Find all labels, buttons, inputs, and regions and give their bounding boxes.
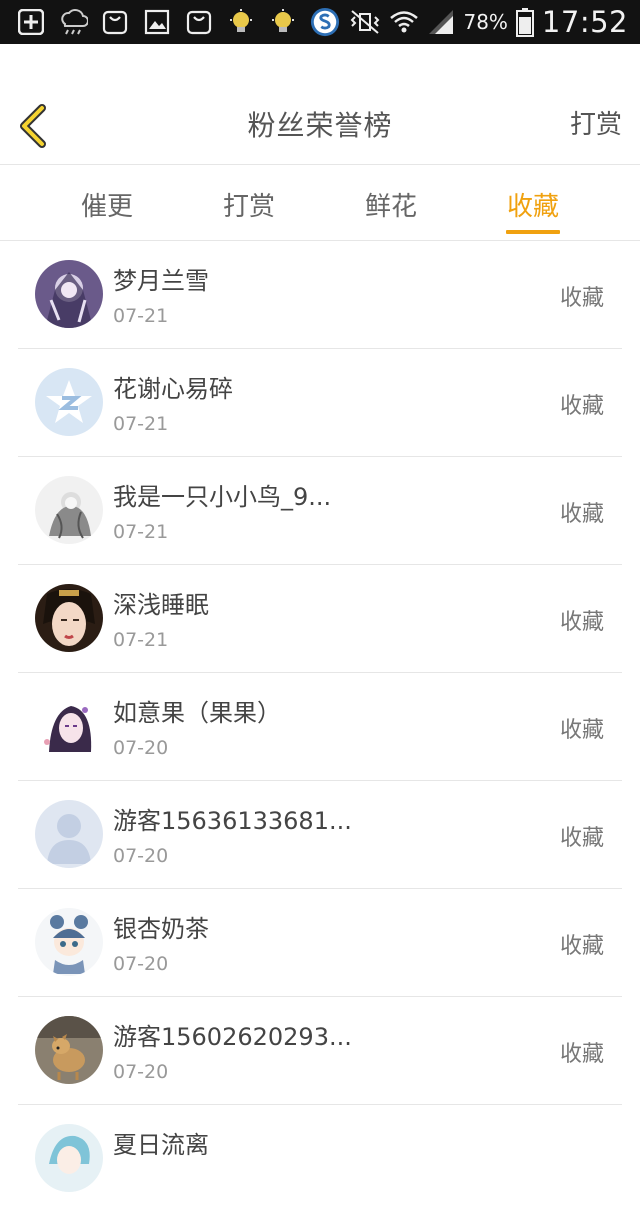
avatar xyxy=(35,800,103,868)
system-status: 78% 17:52 xyxy=(349,5,640,39)
tab-label: 打赏 xyxy=(222,192,275,222)
list-item[interactable]: 如意果（果果） 07-20 收藏 xyxy=(18,673,622,781)
item-date: 07-20 xyxy=(113,953,169,975)
list-item[interactable]: 游客15636133681... 07-20 收藏 xyxy=(18,781,622,889)
weather-icon xyxy=(58,7,88,37)
bulb-icon xyxy=(226,7,256,37)
avatar xyxy=(35,1124,103,1192)
page-title: 粉丝荣誉榜 xyxy=(247,109,393,142)
user-name: 梦月兰雪 xyxy=(113,267,209,295)
tab-bar: 催更 打赏 鲜花 收藏 xyxy=(0,165,640,241)
list-item[interactable]: 夏日流离 xyxy=(18,1105,622,1212)
tab-flowers[interactable]: 鲜花 xyxy=(364,186,418,223)
item-action: 收藏 xyxy=(559,934,604,959)
user-name: 我是一只小小鸟_9... xyxy=(113,483,332,511)
notification-icons xyxy=(0,7,340,37)
user-name: 游客15602620293... xyxy=(113,1023,352,1051)
vibrate-icon xyxy=(351,10,380,34)
user-name: 夏日流离 xyxy=(113,1131,209,1159)
user-name: 银杏奶茶 xyxy=(113,915,209,943)
bag-icon xyxy=(184,7,214,37)
tab-urge[interactable]: 催更 xyxy=(80,186,134,223)
gallery-icon xyxy=(142,7,172,37)
active-tab-indicator xyxy=(506,230,560,234)
tab-favorites[interactable]: 收藏 xyxy=(506,186,560,234)
item-date: 07-20 xyxy=(113,737,169,759)
item-action: 收藏 xyxy=(559,394,604,419)
battery-percent: 78% xyxy=(463,10,508,34)
avatar xyxy=(35,260,103,328)
item-action: 收藏 xyxy=(559,1042,604,1067)
item-action: 收藏 xyxy=(559,502,604,527)
item-action: 收藏 xyxy=(559,826,604,851)
list-item[interactable]: 银杏奶茶 07-20 收藏 xyxy=(18,889,622,997)
wifi-icon xyxy=(390,11,419,33)
list-item[interactable]: 深浅睡眠 07-21 收藏 xyxy=(18,565,622,673)
avatar xyxy=(35,584,103,652)
app-s-icon xyxy=(310,7,340,37)
fan-list: 梦月兰雪 07-21 收藏 花谢心易碎 07-21 收藏 我是一只小小鸟_9..… xyxy=(18,241,622,1212)
avatar xyxy=(35,476,103,544)
item-date: 07-20 xyxy=(113,1061,169,1083)
bag-icon xyxy=(100,7,130,37)
item-date: 07-21 xyxy=(113,305,169,327)
item-date: 07-21 xyxy=(113,521,169,543)
avatar xyxy=(35,908,103,976)
list-item[interactable]: 我是一只小小鸟_9... 07-21 收藏 xyxy=(18,457,622,565)
user-name: 游客15636133681... xyxy=(113,807,352,835)
item-date: 07-21 xyxy=(113,629,169,651)
item-date: 07-20 xyxy=(113,845,169,867)
status-bar: 78% 17:52 xyxy=(0,0,640,44)
user-name: 深浅睡眠 xyxy=(113,591,209,619)
battery-icon xyxy=(515,8,534,37)
tab-label: 鲜花 xyxy=(364,192,417,222)
avatar xyxy=(35,1016,103,1084)
add-notification-icon xyxy=(16,7,46,37)
list-item[interactable]: 花谢心易碎 07-21 收藏 xyxy=(18,349,622,457)
item-date: 07-21 xyxy=(113,413,169,435)
avatar xyxy=(35,692,103,760)
item-action: 收藏 xyxy=(559,286,604,311)
app-header: 粉丝荣誉榜 打赏 xyxy=(0,44,640,165)
bulb-icon xyxy=(268,7,298,37)
item-action: 收藏 xyxy=(559,718,604,743)
clock: 17:52 xyxy=(541,5,628,39)
tab-label: 收藏 xyxy=(506,192,559,222)
item-action: 收藏 xyxy=(559,610,604,635)
user-name: 如意果（果果） xyxy=(113,699,281,727)
tab-label: 催更 xyxy=(80,192,133,222)
list-item[interactable]: 游客15602620293... 07-20 收藏 xyxy=(18,997,622,1105)
user-name: 花谢心易碎 xyxy=(113,375,233,403)
list-item[interactable]: 梦月兰雪 07-21 收藏 xyxy=(18,241,622,349)
tab-reward[interactable]: 打赏 xyxy=(222,186,276,223)
avatar xyxy=(35,368,103,436)
signal-icon xyxy=(429,10,454,34)
reward-button[interactable]: 打赏 xyxy=(570,104,622,141)
